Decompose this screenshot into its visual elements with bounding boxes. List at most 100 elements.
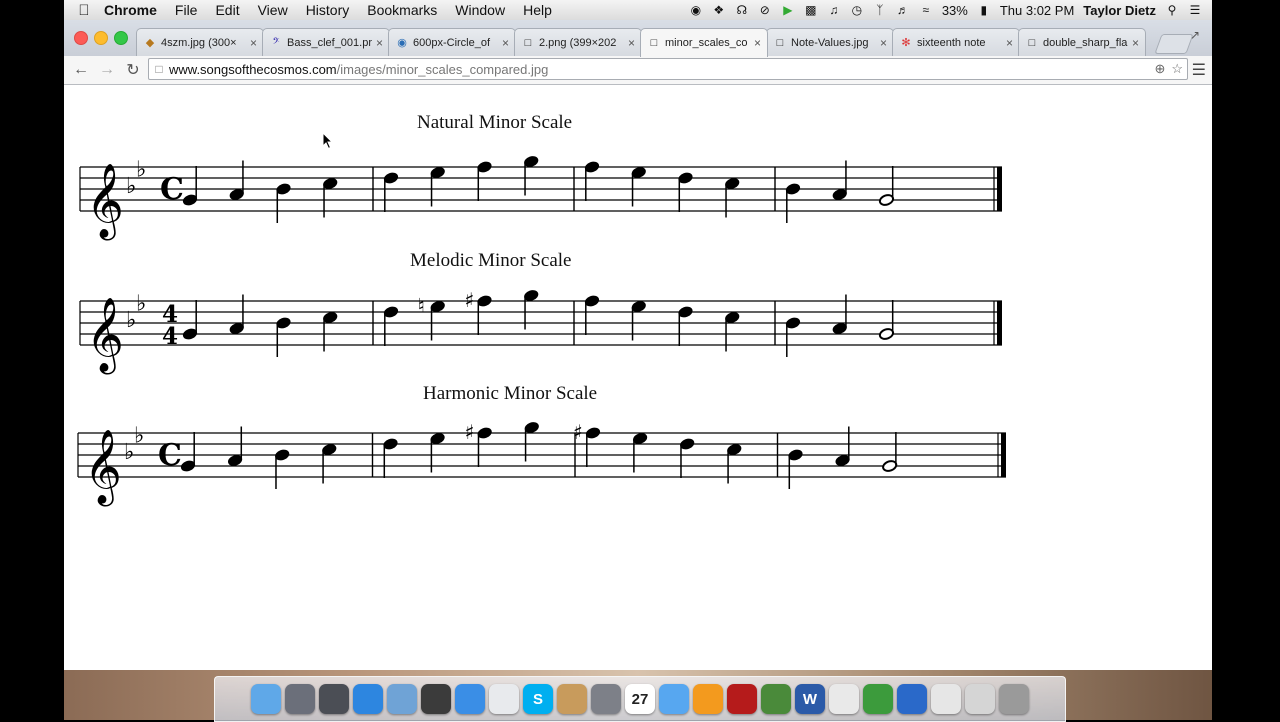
ibooks-icon[interactable] xyxy=(693,684,723,714)
finder-icon[interactable] xyxy=(251,684,281,714)
iphoto-icon[interactable] xyxy=(761,684,791,714)
url-path: /images/minor_scales_compared.jpg xyxy=(336,61,549,77)
photo-booth-icon[interactable] xyxy=(727,684,757,714)
play-icon[interactable]: ▶ xyxy=(781,3,795,17)
final-barline-thick xyxy=(997,167,1002,211)
quicktime-icon[interactable] xyxy=(897,684,927,714)
bluetooth-icon[interactable]: ᛉ xyxy=(873,3,887,17)
menu-help[interactable]: Help xyxy=(514,2,561,18)
treble-clef-icon: 𝄞 xyxy=(84,430,122,507)
window-close-button[interactable] xyxy=(74,31,88,45)
tab-close-icon[interactable]: × xyxy=(1132,36,1139,50)
menu-bookmarks[interactable]: Bookmarks xyxy=(358,2,446,18)
downloads-icon[interactable] xyxy=(965,684,995,714)
google-icon: ✻ xyxy=(901,36,911,49)
tab-bass-clef[interactable]: 𝄢 Bass_clef_001.pr × xyxy=(262,28,390,56)
safari-icon[interactable] xyxy=(455,684,485,714)
launchpad-icon[interactable] xyxy=(285,684,315,714)
menu-window[interactable]: Window xyxy=(446,2,514,18)
tab-close-icon[interactable]: × xyxy=(250,36,257,50)
browser-toolbar: ← → ↻ □ www.songsofthecosmos.com/images/… xyxy=(64,56,1212,85)
back-button[interactable]: ← xyxy=(68,61,94,79)
chrome-icon[interactable] xyxy=(489,684,519,714)
tab-close-icon[interactable]: × xyxy=(754,36,761,50)
tab-note-values[interactable]: □ Note-Values.jpg × xyxy=(766,28,894,56)
tab-close-icon[interactable]: × xyxy=(880,36,887,50)
menu-app-name[interactable]: Chrome xyxy=(104,2,166,18)
menu-history[interactable]: History xyxy=(297,2,359,18)
evernote-status-icon[interactable]: ❖ xyxy=(712,3,726,17)
final-barline-thick xyxy=(1001,433,1006,477)
tab-circle-of-fifths[interactable]: ◉ 600px-Circle_of × xyxy=(388,28,516,56)
tab-sixteenth-note[interactable]: ✻ sixteenth note × xyxy=(892,28,1020,56)
flat-icon: ♭ xyxy=(126,174,136,199)
tab-close-icon[interactable]: × xyxy=(1006,36,1013,50)
address-bar[interactable]: □ www.songsofthecosmos.com/images/minor_… xyxy=(148,58,1188,80)
textedit-icon[interactable] xyxy=(829,684,859,714)
record-icon[interactable]: ◉ xyxy=(689,3,703,17)
tab-double-sharp[interactable]: □ double_sharp_fla × xyxy=(1018,28,1146,56)
image-viewport: Natural Minor Scale 𝄞 ♭ ♭ C Melodic Minor Sca… xyxy=(64,85,1212,670)
tab-label: minor_scales_co xyxy=(665,37,748,49)
tab-minor-scales[interactable]: □ minor_scales_co × xyxy=(640,28,768,57)
skype-icon[interactable]: S xyxy=(523,684,553,714)
apple-menu-icon[interactable]:  xyxy=(64,2,104,19)
time-signature-bottom: 4 xyxy=(162,323,178,350)
wifi-icon[interactable]: ≈ xyxy=(919,3,933,17)
contacts-icon[interactable] xyxy=(557,684,587,714)
window-minimize-button[interactable] xyxy=(94,31,108,45)
zoom-icon[interactable]: ⊕ xyxy=(1154,61,1165,77)
tab-label: 600px-Circle_of xyxy=(413,36,491,49)
system-preferences-icon[interactable] xyxy=(591,684,621,714)
spotlight-search-icon[interactable]: ⚲ xyxy=(1165,3,1179,17)
quarter-note xyxy=(678,172,693,212)
volume-icon[interactable]: ♬ xyxy=(896,3,910,17)
menu-edit[interactable]: Edit xyxy=(206,2,248,18)
flat-icon: ♭ xyxy=(126,308,136,333)
fullscreen-icon[interactable]: ↗ xyxy=(1190,28,1200,42)
quarter-note xyxy=(275,449,290,489)
tab-close-icon[interactable]: × xyxy=(376,36,383,50)
mission-control-icon[interactable] xyxy=(319,684,349,714)
box-icon[interactable]: ▩ xyxy=(804,3,818,17)
quarter-note xyxy=(680,438,695,478)
page-info-icon[interactable]: □ xyxy=(149,62,169,76)
clock[interactable]: Thu 3:02 PM xyxy=(1000,3,1074,18)
window-zoom-button[interactable] xyxy=(114,31,128,45)
forward-button[interactable]: → xyxy=(94,61,120,79)
reload-button[interactable]: ↻ xyxy=(120,60,146,80)
tab-4szm[interactable]: ◆ 4szm.jpg (300× × xyxy=(136,28,264,56)
user-name[interactable]: Taylor Dietz xyxy=(1083,3,1156,18)
facetime-icon[interactable] xyxy=(421,684,451,714)
image-icon: ◆ xyxy=(145,36,155,49)
calendar-icon[interactable]: 27 xyxy=(625,684,655,714)
chrome-menu-icon[interactable]: ☰ xyxy=(1192,60,1206,80)
tab-close-icon[interactable]: × xyxy=(502,36,509,50)
bell-icon[interactable]: ♫ xyxy=(827,3,841,17)
notification-center-icon[interactable]: ☰ xyxy=(1188,3,1202,17)
tab-label: double_sharp_fla xyxy=(1043,36,1128,49)
tab-close-icon[interactable]: × xyxy=(628,36,635,50)
trash-icon[interactable] xyxy=(999,684,1029,714)
evernote-icon[interactable] xyxy=(863,684,893,714)
app-store-icon[interactable] xyxy=(353,684,383,714)
menu-file[interactable]: File xyxy=(166,2,207,18)
preview-icon[interactable] xyxy=(387,684,417,714)
documents-icon[interactable] xyxy=(931,684,961,714)
staff: 𝄞 ♭♭C♯ ♯ xyxy=(77,420,1006,507)
itunes-icon[interactable] xyxy=(659,684,689,714)
quarter-note xyxy=(785,183,801,223)
word-icon[interactable]: W xyxy=(795,684,825,714)
browser-window: ◆ 4szm.jpg (300× × 𝄢 Bass_clef_001.pr × … xyxy=(64,20,1212,670)
sharp-icon: ♯ xyxy=(465,420,475,444)
headphones-icon[interactable]: ☊ xyxy=(735,3,749,17)
menu-view[interactable]: View xyxy=(249,2,297,18)
battery-icon[interactable]: ▮ xyxy=(977,3,991,17)
bookmark-star-icon[interactable]: ☆ xyxy=(1171,61,1183,77)
quarter-note xyxy=(180,432,196,472)
time-machine-icon[interactable]: ◷ xyxy=(850,3,864,17)
tab-2-png[interactable]: □ 2.png (399×202 × xyxy=(514,28,642,56)
block-icon[interactable]: ⊘ xyxy=(758,3,772,17)
new-tab-button[interactable] xyxy=(1154,34,1194,54)
quarter-note xyxy=(276,183,291,223)
